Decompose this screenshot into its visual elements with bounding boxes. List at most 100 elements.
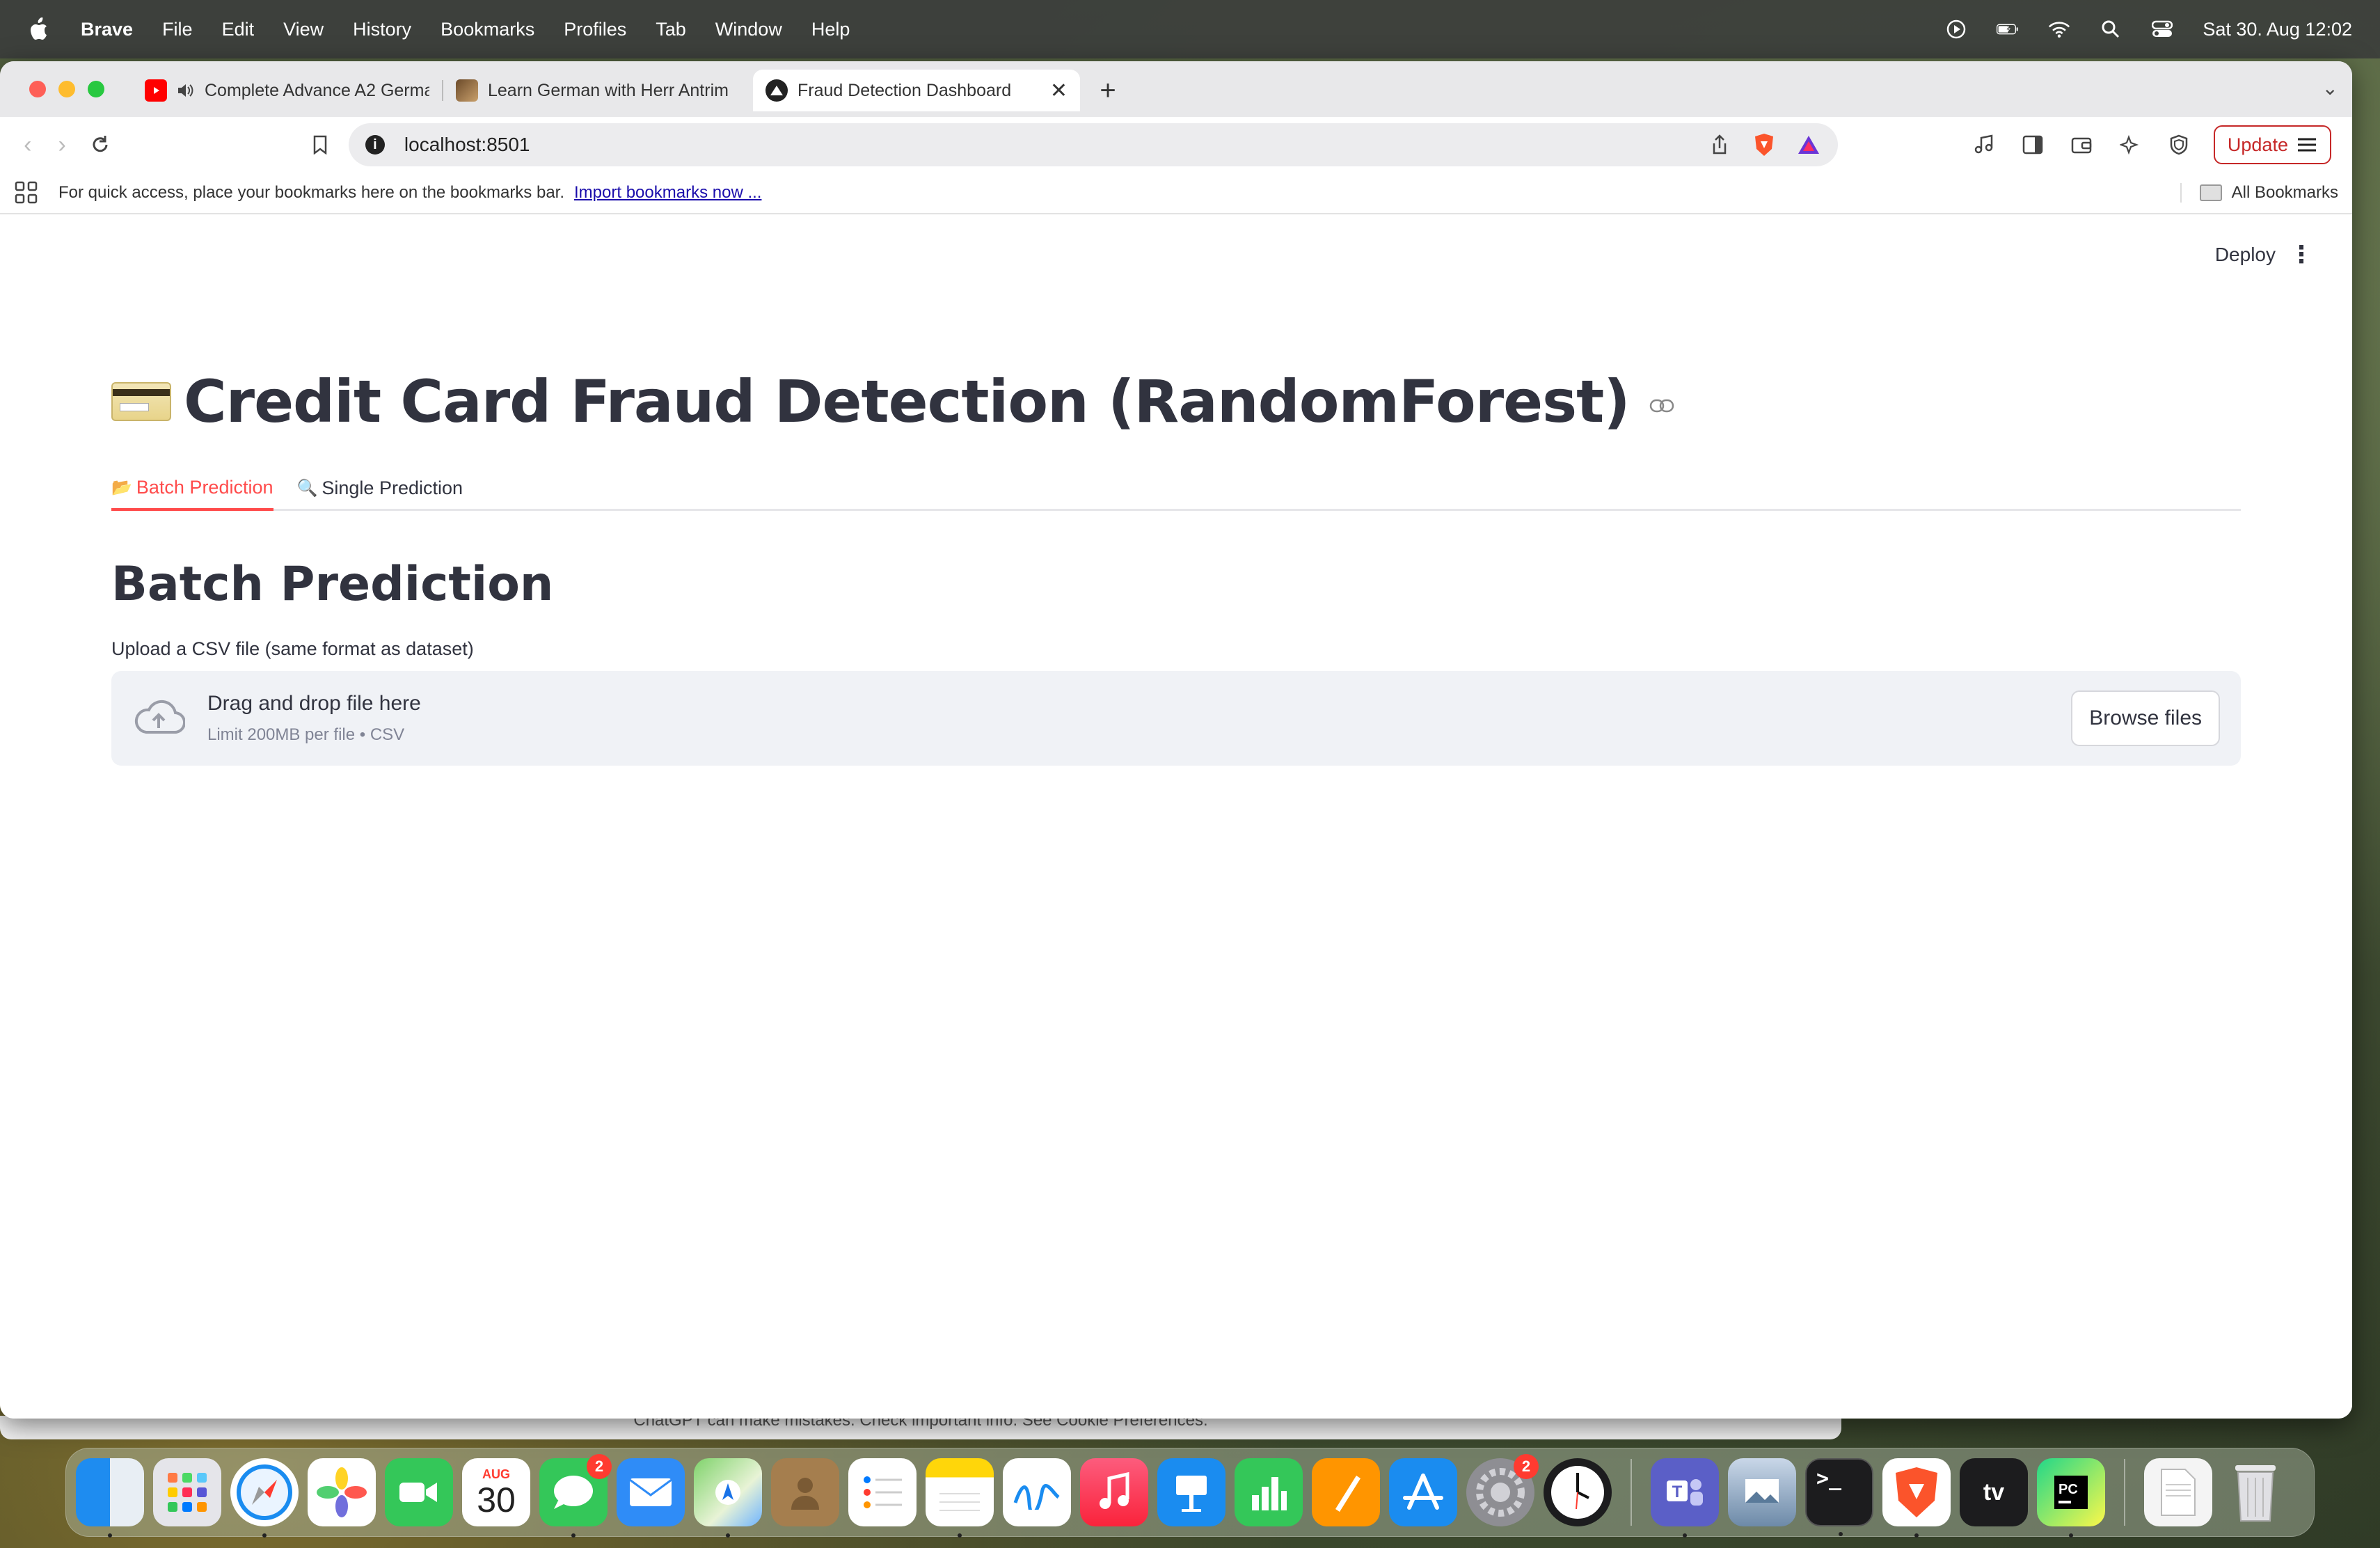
play-icon[interactable]	[1945, 18, 1967, 40]
site-info-icon[interactable]: i	[365, 135, 385, 155]
tab-search-chevron-icon[interactable]: ⌄	[2322, 77, 2338, 100]
all-bookmarks-button[interactable]: All Bookmarks	[2180, 183, 2338, 203]
close-window-button[interactable]	[29, 81, 46, 97]
safari-icon[interactable]	[230, 1458, 299, 1538]
freeform-icon[interactable]	[1003, 1458, 1071, 1526]
trash-icon[interactable]	[2221, 1458, 2290, 1526]
mail-icon[interactable]	[617, 1458, 685, 1526]
browse-files-button[interactable]: Browse files	[2071, 690, 2220, 746]
apple-tv-icon[interactable]: tv	[1960, 1458, 2028, 1526]
terminal-icon[interactable]: >_	[1805, 1458, 1873, 1536]
reminders-icon[interactable]	[848, 1458, 917, 1526]
share-icon[interactable]	[1707, 132, 1732, 157]
minimize-window-button[interactable]	[58, 81, 75, 97]
wifi-icon[interactable]	[2048, 18, 2070, 40]
clock-app-icon[interactable]	[1544, 1458, 1612, 1526]
menu-tab[interactable]: Tab	[656, 19, 686, 40]
browser-tab-herr-antrim[interactable]: Learn German with Herr Antrim	[443, 70, 753, 111]
menu-app-name[interactable]: Brave	[81, 19, 133, 40]
sidebar-toggle-icon[interactable]	[2019, 131, 2047, 159]
notes-icon[interactable]	[926, 1458, 994, 1538]
brave-shields-icon[interactable]	[1752, 132, 1777, 157]
numbers-icon[interactable]	[1235, 1458, 1303, 1526]
spotlight-search-icon[interactable]	[2100, 18, 2122, 40]
pdf-document-icon[interactable]	[2144, 1458, 2212, 1526]
zoom-window-button[interactable]	[88, 81, 104, 97]
forward-arrow-icon[interactable]: ›	[55, 131, 68, 159]
keynote-icon[interactable]	[1157, 1458, 1225, 1526]
vpn-shield-icon[interactable]	[2165, 131, 2193, 159]
all-bookmarks-label: All Bookmarks	[2231, 183, 2338, 202]
menu-bookmarks[interactable]: Bookmarks	[441, 19, 534, 40]
menu-window[interactable]: Window	[715, 19, 782, 40]
import-bookmarks-link[interactable]: Import bookmarks now ...	[574, 183, 761, 203]
hamburger-menu-icon	[2296, 136, 2317, 153]
leo-ai-icon[interactable]	[2116, 131, 2144, 159]
control-center-icon[interactable]	[2151, 18, 2173, 40]
calendar-month: AUG	[482, 1467, 510, 1481]
update-button[interactable]: Update	[2213, 125, 2331, 164]
app-store-icon[interactable]	[1389, 1458, 1457, 1526]
update-label: Update	[2227, 134, 2288, 155]
dock-separator	[2124, 1459, 2125, 1526]
main-menu-kebab-icon[interactable]: ⋮	[2290, 241, 2313, 269]
contacts-icon[interactable]	[771, 1458, 839, 1526]
brave-rewards-icon[interactable]	[1796, 132, 1821, 157]
battery-icon[interactable]	[1997, 18, 2019, 40]
browser-tab-fraud-dashboard[interactable]: Fraud Detection Dashboard ✕	[753, 70, 1080, 111]
launchpad-icon[interactable]	[153, 1458, 221, 1526]
menu-profiles[interactable]: Profiles	[564, 19, 626, 40]
menu-help[interactable]: Help	[811, 19, 850, 40]
tab-batch-prediction[interactable]: 📂 Batch Prediction	[111, 477, 273, 511]
messages-icon[interactable]: 2	[539, 1454, 612, 1538]
link-anchor-icon[interactable]	[1649, 391, 1674, 420]
apple-logo-icon[interactable]	[28, 17, 49, 41]
browser-tab-youtube[interactable]: Complete Advance A2 German	[132, 70, 442, 111]
address-bar[interactable]: i localhost:8501	[348, 123, 1838, 166]
apps-grid-icon[interactable]	[14, 180, 39, 205]
menu-history[interactable]: History	[353, 19, 411, 40]
pycharm-icon[interactable]: PC	[2037, 1458, 2105, 1538]
running-indicator	[2069, 1533, 2073, 1538]
music-icon[interactable]	[1080, 1458, 1148, 1526]
running-indicator	[1683, 1533, 1687, 1538]
menu-edit[interactable]: Edit	[222, 19, 255, 40]
running-indicator	[958, 1533, 962, 1538]
svg-text:PC: PC	[2058, 1482, 2078, 1497]
teams-icon[interactable]: T	[1651, 1458, 1719, 1538]
back-arrow-icon[interactable]: ‹	[21, 131, 34, 159]
menubar-clock[interactable]: Sat 30. Aug 12:02	[2203, 19, 2352, 40]
speaker-icon[interactable]	[177, 82, 195, 99]
deploy-button[interactable]: Deploy	[2215, 244, 2276, 266]
thumbnail-icon	[456, 79, 478, 102]
running-indicator	[108, 1533, 112, 1538]
wallet-icon[interactable]	[2068, 131, 2095, 159]
facetime-icon[interactable]	[385, 1458, 453, 1526]
photos-icon[interactable]	[308, 1458, 376, 1526]
preview-icon[interactable]	[1728, 1458, 1796, 1526]
system-settings-icon[interactable]: 2	[1466, 1454, 1539, 1526]
reload-icon[interactable]	[90, 131, 111, 159]
brave-browser-icon[interactable]	[1882, 1458, 1951, 1538]
close-tab-icon[interactable]: ✕	[1050, 79, 1068, 103]
maps-icon[interactable]	[694, 1458, 762, 1538]
url-text[interactable]: localhost:8501	[404, 134, 1688, 156]
app-tab-bar: 📂 Batch Prediction 🔍 Single Prediction	[111, 471, 2241, 511]
dropzone-limit-text: Limit 200MB per file • CSV	[207, 725, 405, 744]
file-dropzone[interactable]: Drag and drop file here Limit 200MB per …	[111, 671, 2241, 766]
settings-badge: 2	[1514, 1454, 1539, 1479]
tab-title: Fraud Detection Dashboard	[798, 80, 1012, 100]
pages-icon[interactable]	[1312, 1458, 1380, 1526]
tab-single-prediction[interactable]: 🔍 Single Prediction	[297, 477, 463, 509]
menu-view[interactable]: View	[283, 19, 324, 40]
music-note-icon[interactable]	[1970, 131, 1998, 159]
messages-badge: 2	[587, 1454, 612, 1479]
menu-file[interactable]: File	[162, 19, 193, 40]
new-tab-button[interactable]: +	[1094, 75, 1122, 106]
file-uploader-label: Upload a CSV file (same format as datase…	[111, 638, 474, 659]
bookmark-icon[interactable]	[312, 131, 328, 159]
tv-logo-glyph: tv	[1983, 1478, 2005, 1506]
finder-icon[interactable]	[76, 1458, 144, 1538]
browser-window: Complete Advance A2 German Learn German …	[0, 61, 2352, 1419]
calendar-icon[interactable]: AUG 30	[462, 1458, 530, 1526]
